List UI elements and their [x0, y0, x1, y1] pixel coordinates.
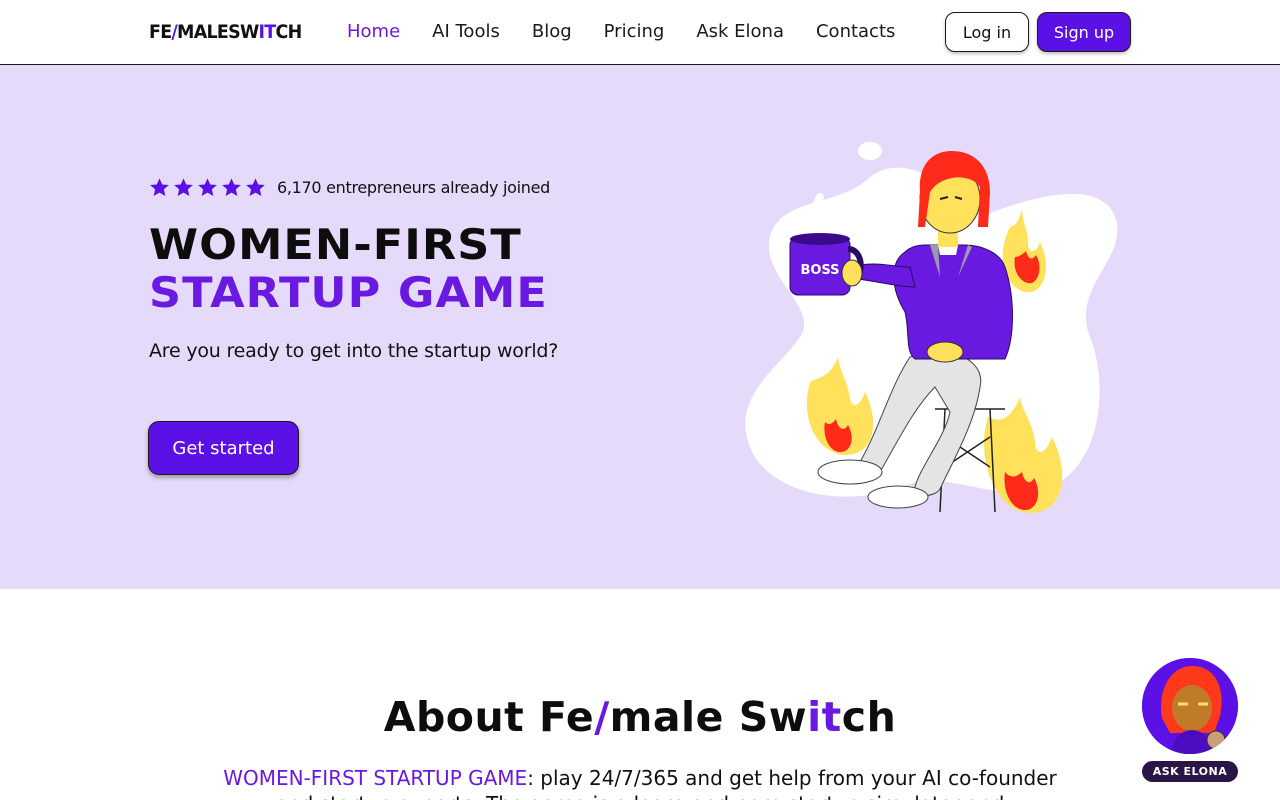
main-nav: Home AI Tools Blog Pricing Ask Elona Con…: [347, 21, 927, 43]
rating: 6,170 entrepreneurs already joined: [149, 177, 550, 198]
about-title-slash: /: [594, 693, 610, 741]
nav-contacts[interactable]: Contacts: [816, 21, 895, 43]
nav-ai-tools[interactable]: AI Tools: [432, 21, 500, 43]
rating-stars: [149, 177, 266, 198]
about-title: About Fe/male Switch: [0, 693, 1280, 741]
nav-blog[interactable]: Blog: [532, 21, 572, 43]
shoe-right: [867, 485, 929, 509]
hand: [926, 341, 964, 363]
logo[interactable]: FE / MALE SW IT CH: [149, 20, 302, 44]
logo-text-sw: SW: [228, 21, 259, 43]
fist: [841, 259, 863, 287]
mug-text: BOSS: [800, 263, 839, 278]
site-header: FE / MALE SW IT CH Home AI Tools Blog Pricin…: [0, 0, 1280, 65]
about-title-it: it: [807, 693, 842, 741]
star-icon: [150, 178, 169, 196]
hero-illustration: BOSS: [745, 142, 1118, 513]
logo-text-ch: CH: [275, 21, 302, 43]
blob-dot: [858, 142, 882, 160]
about-text: WOMEN-FIRST STARTUP GAME: play 24/7/365 …: [220, 765, 1060, 800]
star-icon: [174, 178, 193, 196]
elona-avatar-icon: [1142, 658, 1238, 754]
hero-section: 6,170 entrepreneurs already joined WOMEN…: [0, 65, 1280, 589]
nav-pricing[interactable]: Pricing: [604, 21, 665, 43]
about-title-part2: male Sw: [609, 693, 808, 741]
logo-text-male: MALE: [177, 21, 229, 43]
shoe-left: [817, 459, 883, 485]
hero-title-line2: STARTUP GAME: [149, 268, 548, 317]
ask-elona-button[interactable]: ASK ELONA: [1142, 761, 1238, 782]
logo-text-fe: FE: [149, 21, 172, 43]
hero-title-line1: WOMEN-FIRST: [149, 220, 522, 269]
star-icon: [198, 178, 217, 196]
login-button[interactable]: Log in: [945, 12, 1029, 52]
about-title-part1: About Fe: [383, 693, 595, 741]
logo-text-it: IT: [258, 21, 277, 43]
nav-home[interactable]: Home: [347, 21, 400, 43]
get-started-button[interactable]: Get started: [148, 421, 299, 475]
star-icon: [222, 178, 241, 196]
hero-subtitle: Are you ready to get into the startup wo…: [149, 340, 559, 362]
nav-ask-elona[interactable]: Ask Elona: [696, 21, 784, 43]
rating-text: 6,170 entrepreneurs already joined: [277, 178, 551, 197]
about-title-part3: ch: [841, 693, 897, 741]
about-highlight-link[interactable]: WOMEN-FIRST STARTUP GAME: [223, 766, 527, 790]
signup-button[interactable]: Sign up: [1037, 12, 1131, 52]
jacket: [893, 244, 1013, 360]
star-icon: [246, 178, 265, 196]
ask-elona-avatar[interactable]: [1142, 658, 1238, 754]
